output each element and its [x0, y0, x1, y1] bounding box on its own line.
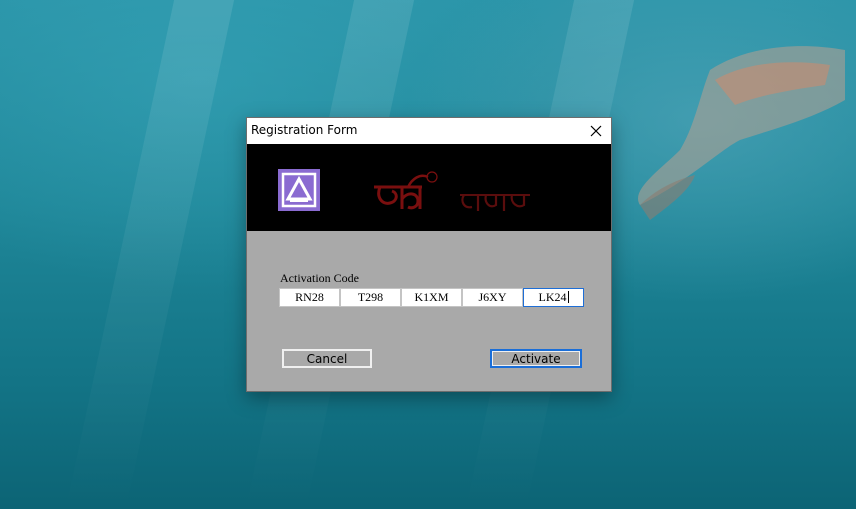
registration-dialog: Registration Form Activation Code RN28 T…	[246, 117, 612, 392]
title-bar[interactable]: Registration Form	[247, 118, 611, 144]
activation-code-label: Activation Code	[280, 271, 359, 285]
brand-banner	[247, 144, 611, 231]
code-field-5[interactable]: LK24	[523, 288, 584, 307]
light-ray	[65, 0, 235, 509]
activate-button[interactable]: Activate	[490, 349, 582, 368]
code-field-4-value: J6XY	[478, 290, 507, 304]
close-icon	[590, 125, 602, 137]
bijoy-bayanno-logo	[374, 171, 530, 211]
close-button[interactable]	[581, 118, 611, 144]
code-field-5-value: LK24	[538, 290, 567, 304]
swimmer-image	[638, 46, 845, 220]
code-field-3[interactable]: K1XM	[401, 288, 462, 307]
text-caret	[567, 291, 569, 303]
app-logo-icon	[278, 169, 320, 211]
code-field-1-value: RN28	[295, 290, 324, 304]
code-field-4[interactable]: J6XY	[462, 288, 523, 307]
activation-code-row: RN28 T298 K1XM J6XY LK24	[279, 288, 584, 307]
code-field-1[interactable]: RN28	[279, 288, 340, 307]
code-field-2-value: T298	[357, 290, 384, 304]
code-field-3-value: K1XM	[414, 290, 449, 304]
cancel-button[interactable]: Cancel	[282, 349, 372, 368]
code-field-2[interactable]: T298	[340, 288, 401, 307]
window-title: Registration Form	[251, 123, 358, 137]
